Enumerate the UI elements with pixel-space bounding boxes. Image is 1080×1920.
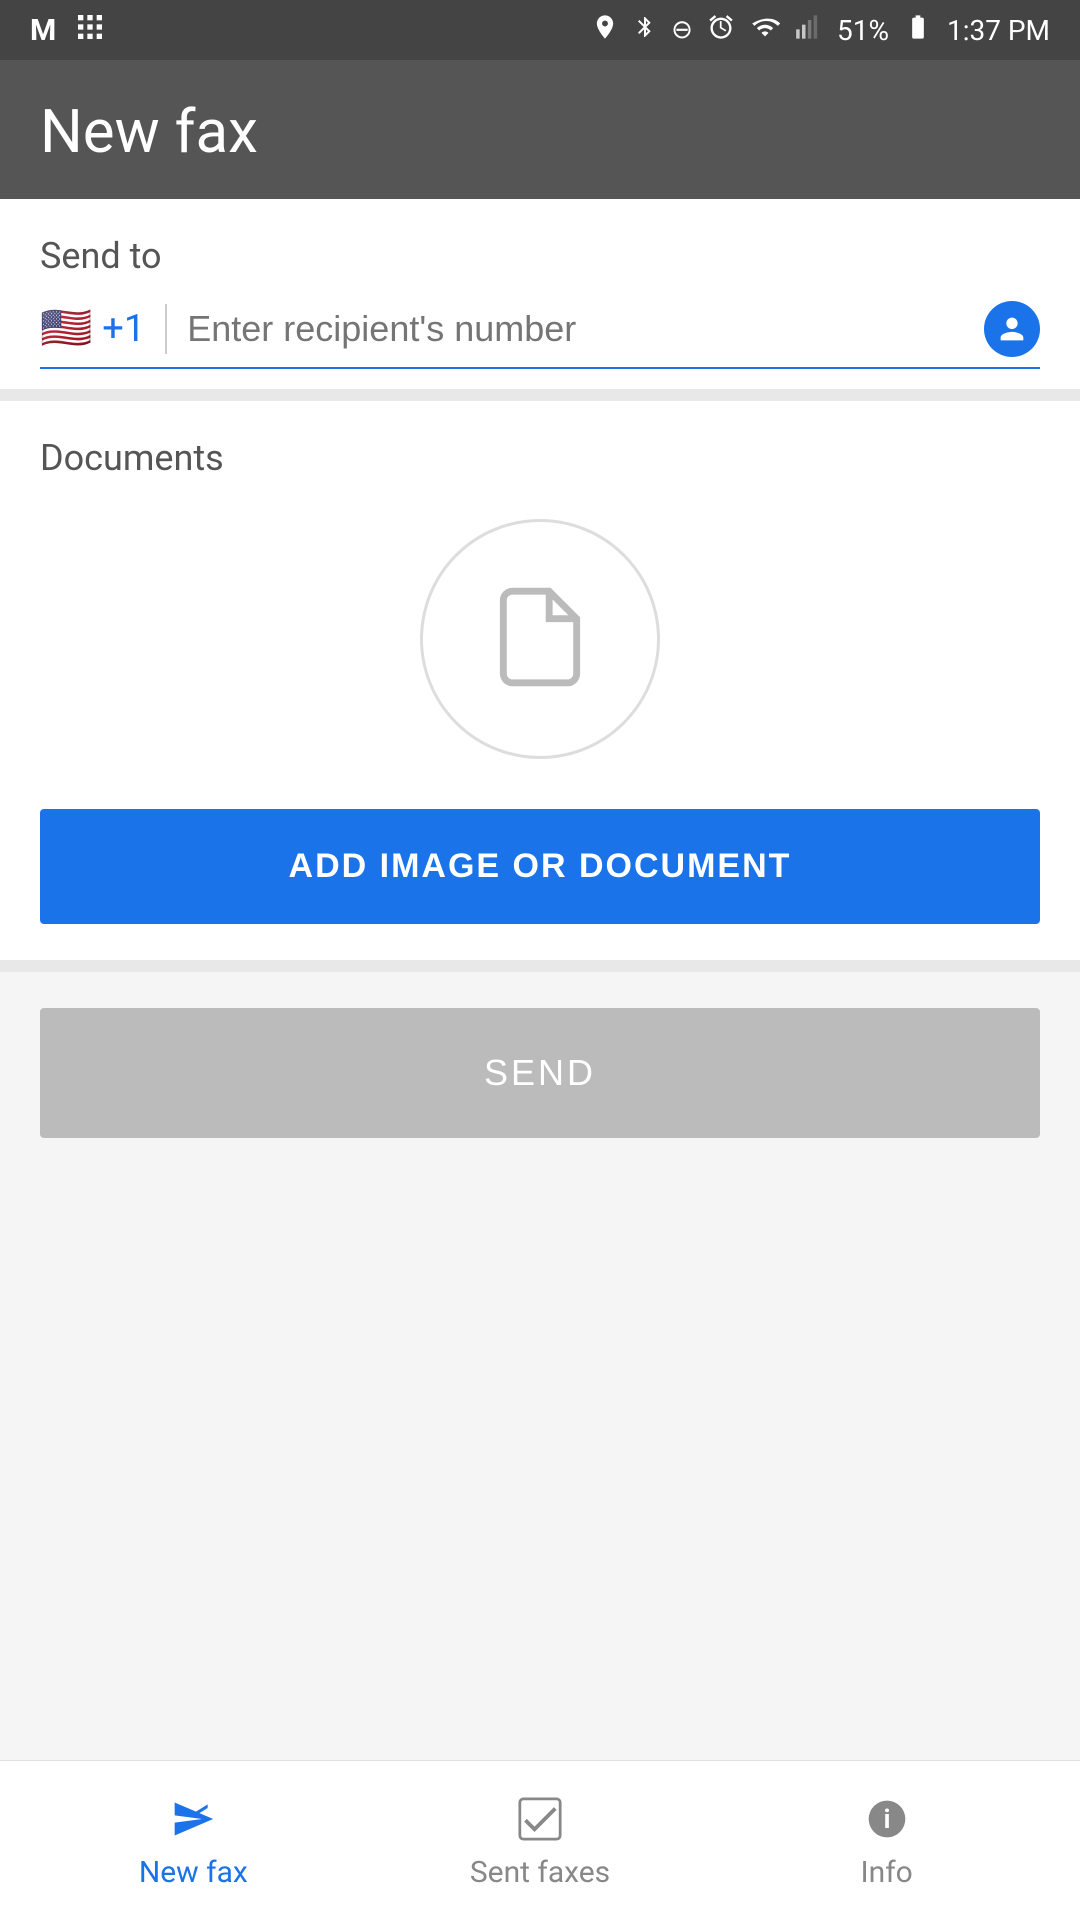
status-bar: M ⊖ 51%: [0, 0, 1080, 60]
wifi-icon: [749, 13, 781, 48]
sent-faxes-icon: [512, 1791, 568, 1847]
dnd-icon: ⊖: [671, 15, 693, 45]
send-button[interactable]: SEND: [40, 1008, 1040, 1138]
nav-item-info[interactable]: i Info: [787, 1791, 987, 1890]
section-divider-2: [0, 960, 1080, 972]
document-circle: [420, 519, 660, 759]
main-content: Send to 🇺🇸 +1 Documents: [0, 199, 1080, 1760]
info-icon: i: [859, 1791, 915, 1847]
grid-icon: [74, 11, 106, 50]
status-right-icons: ⊖ 51% 1:37 PM: [591, 13, 1050, 48]
send-to-section: Send to 🇺🇸 +1: [0, 199, 1080, 389]
bottom-navigation: New fax Sent faxes i Info: [0, 1760, 1080, 1920]
gmail-icon: M: [30, 13, 56, 48]
nav-item-sent-faxes[interactable]: Sent faxes: [440, 1791, 640, 1890]
new-fax-icon: [165, 1791, 221, 1847]
country-code: +1: [102, 307, 145, 351]
send-to-label: Send to: [40, 235, 1040, 277]
signal-icon: [795, 13, 823, 48]
nav-label-sent-faxes: Sent faxes: [470, 1855, 610, 1890]
document-icon: [485, 577, 595, 701]
contact-picker-button[interactable]: [984, 301, 1040, 357]
status-left-icons: M: [30, 11, 106, 50]
nav-label-new-fax: New fax: [139, 1855, 248, 1890]
country-selector[interactable]: 🇺🇸 +1: [40, 307, 145, 351]
battery-percent: 51%: [837, 14, 889, 47]
battery-icon: [903, 13, 933, 48]
svg-text:i: i: [883, 1805, 890, 1835]
document-placeholder: [40, 519, 1040, 759]
location-icon: [591, 13, 619, 48]
bluetooth-icon: [633, 13, 657, 48]
input-divider: [165, 304, 167, 354]
app-header: New fax: [0, 60, 1080, 199]
section-divider-1: [0, 389, 1080, 401]
page-title: New fax: [40, 96, 258, 167]
documents-label: Documents: [40, 437, 1040, 479]
recipient-row: 🇺🇸 +1: [40, 301, 1040, 369]
send-section: SEND: [0, 972, 1080, 1174]
add-document-button[interactable]: ADD IMAGE OR DOCUMENT: [40, 809, 1040, 924]
documents-section: Documents ADD IMAGE OR DOCUMENT: [0, 401, 1080, 960]
time: 1:37 PM: [947, 14, 1050, 47]
alarm-icon: [707, 13, 735, 48]
nav-label-info: Info: [861, 1855, 913, 1890]
flag-icon: 🇺🇸: [40, 308, 92, 350]
phone-number-input[interactable]: [187, 308, 984, 350]
nav-item-new-fax[interactable]: New fax: [93, 1791, 293, 1890]
content-spacer: [0, 1174, 1080, 1760]
